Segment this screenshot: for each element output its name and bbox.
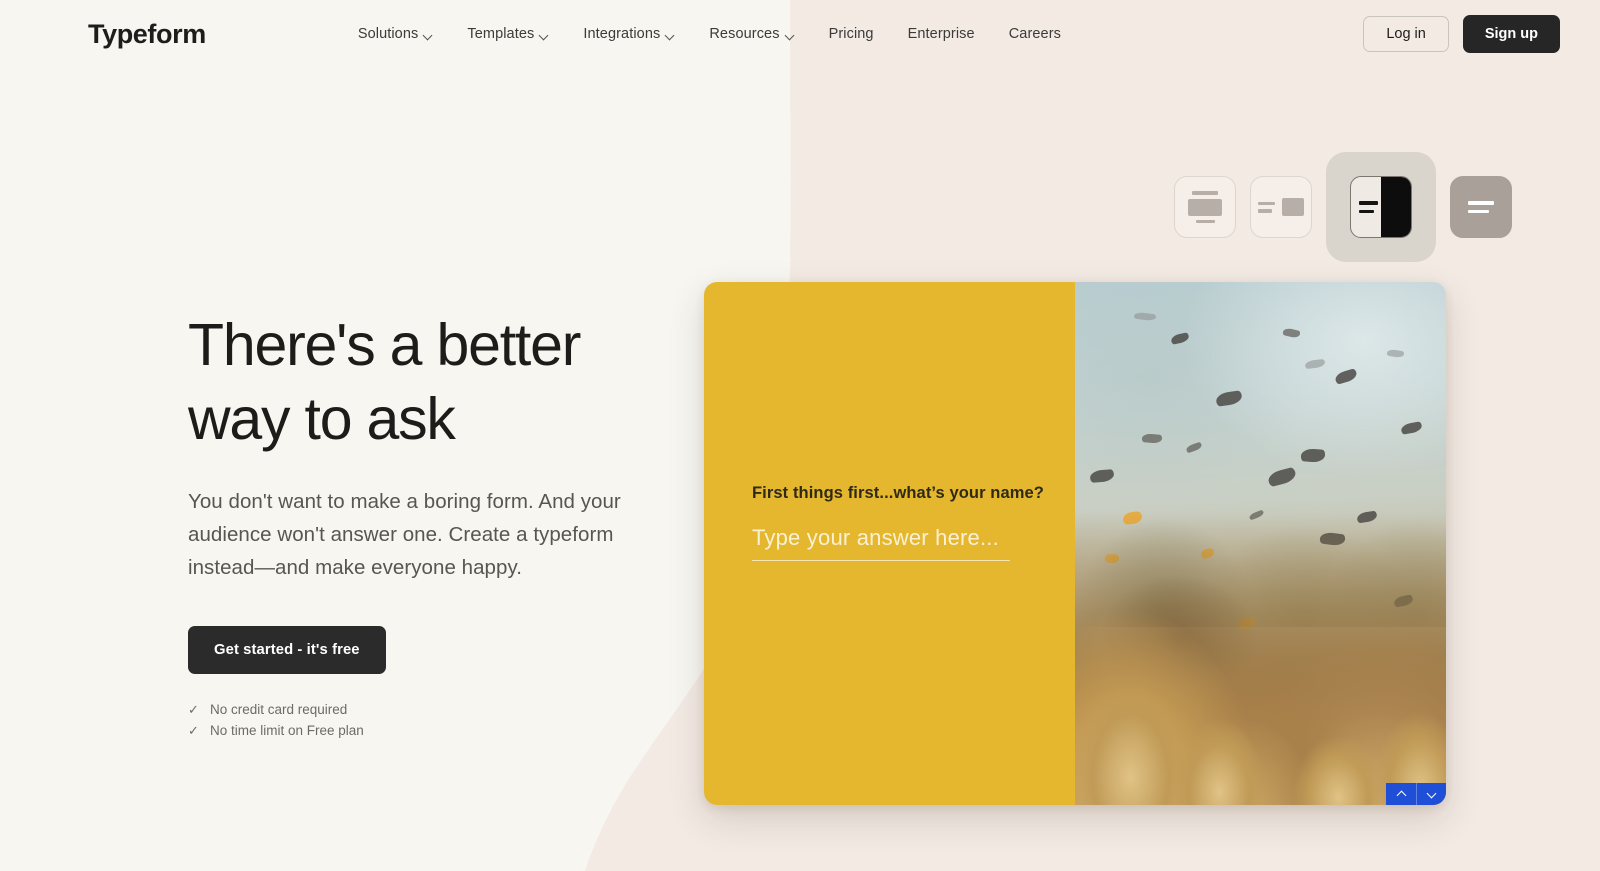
benefit-item: ✓ No time limit on Free plan [188, 723, 688, 738]
layout-side-image-icon [1258, 198, 1304, 216]
benefit-item: ✓ No credit card required [188, 702, 688, 717]
media-nav-up-button[interactable] [1386, 783, 1416, 805]
typeform-logo[interactable]: Typeform [88, 19, 206, 50]
check-icon: ✓ [188, 702, 199, 718]
login-button[interactable]: Log in [1363, 16, 1449, 52]
form-preview-card: First things first...what’s your name? [704, 282, 1446, 805]
chevron-down-icon [424, 31, 433, 40]
layout-option-full-cover[interactable] [1450, 176, 1512, 238]
main-navigation: Solutions Templates Integrations Resourc… [358, 26, 1061, 42]
nav-label: Templates [467, 26, 535, 42]
hero-title: There's a better way to ask [188, 312, 581, 453]
signup-button[interactable]: Sign up [1462, 15, 1560, 53]
nav-item-resources[interactable]: Resources [709, 26, 794, 42]
chevron-down-icon [666, 31, 675, 40]
nav-label: Solutions [357, 26, 419, 42]
layout-switcher [1174, 152, 1512, 262]
nav-label: Resources [709, 26, 780, 42]
nav-item-integrations[interactable]: Integrations [583, 26, 675, 42]
form-question-panel: First things first...what’s your name? [704, 282, 1075, 805]
chevron-down-icon [786, 31, 795, 40]
hero-section: There's a better way to ask You don't wa… [188, 308, 688, 744]
nav-item-templates[interactable]: Templates [467, 26, 549, 42]
nav-item-enterprise[interactable]: Enterprise [908, 26, 975, 42]
nav-item-careers[interactable]: Careers [1009, 26, 1061, 42]
form-answer-input[interactable] [752, 525, 1010, 561]
fish [1141, 432, 1163, 444]
benefit-label: No time limit on Free plan [210, 723, 364, 739]
form-media-image [1075, 282, 1446, 805]
hero-benefits-list: ✓ No credit card required ✓ No time limi… [188, 702, 688, 738]
chevron-down-icon [540, 31, 549, 40]
layout-option-stacked[interactable] [1174, 176, 1236, 238]
layout-split-icon [1350, 176, 1412, 238]
layout-stacked-icon [1188, 191, 1222, 223]
form-question-text: First things first...what’s your name? [752, 484, 1044, 502]
media-nav-down-button[interactable] [1416, 783, 1446, 805]
header-actions: Log in Sign up [1363, 15, 1560, 53]
get-started-button[interactable]: Get started - it's free [188, 626, 386, 675]
media-navigation [1386, 783, 1446, 805]
nav-item-solutions[interactable]: Solutions [358, 26, 434, 42]
hero-subtitle: You don't want to make a boring form. An… [188, 489, 621, 580]
site-header: Typeform Solutions Templates Integration… [0, 0, 1600, 68]
check-icon: ✓ [188, 723, 199, 739]
layout-full-cover-icon [1468, 201, 1494, 213]
nav-item-pricing[interactable]: Pricing [829, 26, 874, 42]
chevron-up-icon [1397, 790, 1406, 799]
nav-label: Integrations [583, 26, 661, 42]
layout-option-side-image[interactable] [1250, 176, 1312, 238]
form-answer-wrapper [752, 525, 1010, 561]
chevron-down-icon [1427, 790, 1436, 799]
benefit-label: No credit card required [210, 702, 348, 718]
layout-option-split[interactable] [1326, 152, 1436, 262]
